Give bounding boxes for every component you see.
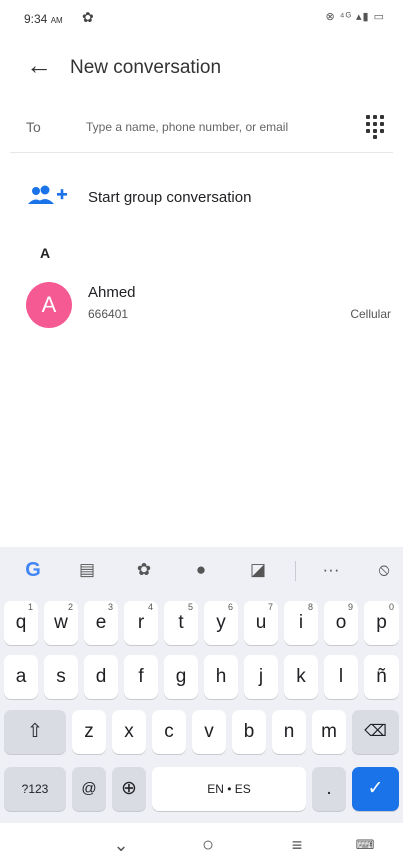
contact-type: Cellular bbox=[350, 307, 391, 321]
navigation-bar: ⌄ ○ ≡ ⌨ bbox=[0, 823, 403, 867]
mic-off-icon[interactable]: ⦸ bbox=[369, 555, 399, 585]
key-r[interactable]: r4 bbox=[124, 601, 158, 645]
key-letter: t bbox=[178, 612, 184, 633]
key-w[interactable]: w2 bbox=[44, 601, 78, 645]
keyboard-icon[interactable]: ⌨ bbox=[350, 831, 380, 859]
checkmark-icon[interactable]: ✓ bbox=[352, 767, 399, 811]
key-hint: 2 bbox=[67, 602, 73, 612]
key-letter: y bbox=[216, 612, 226, 633]
recipient-input[interactable] bbox=[86, 114, 356, 140]
key-hint: 1 bbox=[27, 602, 33, 612]
page-title: New conversation bbox=[70, 57, 222, 78]
key-t[interactable]: t5 bbox=[164, 601, 198, 645]
key-e[interactable]: e3 bbox=[84, 601, 118, 645]
key-k[interactable]: k bbox=[284, 655, 318, 699]
start-group-label: Start group conversation bbox=[88, 189, 252, 206]
key-b[interactable]: b bbox=[232, 710, 266, 754]
keyboard: G ▤ ✿ ● ◪ ··· ⦸ q1 w2 e3 r4 t5 y6 u7 i8 … bbox=[0, 547, 403, 823]
key-hint: 5 bbox=[187, 602, 193, 612]
at-key[interactable]: @ bbox=[72, 767, 106, 811]
symbols-key[interactable]: ?123 bbox=[4, 767, 66, 811]
key-hint: 9 bbox=[347, 602, 353, 612]
contact-number: 666401 bbox=[88, 307, 129, 321]
divider bbox=[10, 152, 393, 153]
key-n[interactable]: n bbox=[272, 710, 306, 754]
back-arrow-icon[interactable]: ← bbox=[26, 52, 52, 78]
key-o[interactable]: o9 bbox=[324, 601, 358, 645]
menu-icon[interactable]: ≡ bbox=[282, 831, 312, 859]
start-group-button[interactable]: Start group conversation bbox=[0, 176, 403, 220]
key-f[interactable]: f bbox=[124, 655, 158, 699]
key-hint: 6 bbox=[227, 602, 233, 612]
chevron-down-icon[interactable]: ⌄ bbox=[106, 831, 136, 859]
status-icons: ⊗ ⁴ᴳ ▴▮ ▭ bbox=[325, 11, 385, 23]
key-hint: 7 bbox=[267, 602, 273, 612]
avatar: A bbox=[26, 282, 72, 328]
space-key[interactable]: EN • ES bbox=[152, 767, 306, 811]
globe-icon[interactable]: ⊕ bbox=[112, 767, 146, 811]
key-letter: r bbox=[137, 612, 145, 633]
key-p[interactable]: p0 bbox=[364, 601, 399, 645]
home-icon[interactable]: ○ bbox=[193, 831, 223, 859]
key-m[interactable]: m bbox=[312, 710, 346, 754]
status-time: 9:34 AM bbox=[24, 12, 63, 26]
key-letter: u bbox=[255, 612, 267, 633]
key-l[interactable]: l bbox=[324, 655, 358, 699]
key-letter: i bbox=[298, 612, 304, 633]
key-z[interactable]: z bbox=[72, 710, 106, 754]
key-hint: 3 bbox=[107, 602, 113, 612]
gear-icon[interactable]: ✿ bbox=[129, 555, 159, 585]
shift-key[interactable]: ⇧ bbox=[4, 710, 66, 754]
more-icon[interactable]: ··· bbox=[316, 555, 346, 585]
key-letter: p bbox=[376, 612, 387, 633]
key-y[interactable]: y6 bbox=[204, 601, 238, 645]
palette-icon[interactable]: ● bbox=[186, 555, 216, 585]
dialpad-icon[interactable] bbox=[366, 115, 384, 139]
key-x[interactable]: x bbox=[112, 710, 146, 754]
key-v[interactable]: v bbox=[192, 710, 226, 754]
key-h[interactable]: h bbox=[204, 655, 238, 699]
key-hint: 8 bbox=[307, 602, 313, 612]
toolbar-divider bbox=[295, 561, 296, 581]
key-hint: 4 bbox=[147, 602, 153, 612]
backspace-key[interactable]: ⌫ bbox=[352, 710, 399, 754]
key-c[interactable]: c bbox=[152, 710, 186, 754]
key-u[interactable]: u7 bbox=[244, 601, 278, 645]
key-i[interactable]: i8 bbox=[284, 601, 318, 645]
app-bar: ← New conversation bbox=[0, 46, 403, 90]
status-bar: 9:34 AM ✿ ⊗ ⁴ᴳ ▴▮ ▭ bbox=[0, 0, 403, 34]
key-letter: o bbox=[335, 612, 347, 633]
key-s[interactable]: s bbox=[44, 655, 78, 699]
group-add-icon bbox=[28, 185, 67, 204]
key-hint: 0 bbox=[388, 602, 394, 612]
contact-row[interactable]: A Ahmed 666401 Cellular bbox=[0, 280, 403, 328]
to-label: To bbox=[26, 119, 41, 135]
clipboard-icon[interactable]: ▤ bbox=[72, 555, 102, 585]
recipient-row: To bbox=[0, 106, 403, 146]
settings-status-icon: ✿ bbox=[82, 9, 94, 25]
google-logo: G bbox=[25, 559, 41, 581]
key-letter: e bbox=[95, 612, 107, 633]
key-g[interactable]: g bbox=[164, 655, 198, 699]
google-icon[interactable]: G bbox=[18, 555, 48, 585]
key-q[interactable]: q1 bbox=[4, 601, 38, 645]
section-header: A bbox=[40, 245, 51, 261]
key-d[interactable]: d bbox=[84, 655, 118, 699]
key-a[interactable]: a bbox=[4, 655, 38, 699]
period-key[interactable]: . bbox=[312, 767, 346, 811]
key-letter: q bbox=[15, 612, 27, 633]
translate-icon[interactable]: ◪ bbox=[243, 555, 273, 585]
key-j[interactable]: j bbox=[244, 655, 278, 699]
contact-name: Ahmed bbox=[88, 284, 136, 301]
key-letter: w bbox=[54, 612, 68, 633]
key-n-tilde[interactable]: ñ bbox=[364, 655, 399, 699]
